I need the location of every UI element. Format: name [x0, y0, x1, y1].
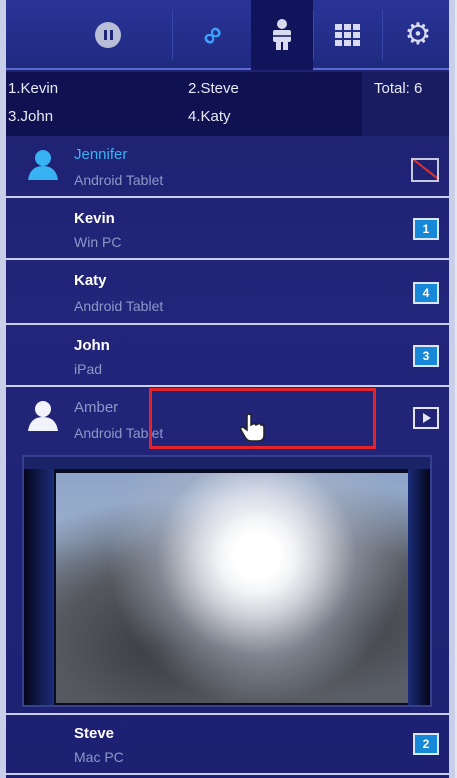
preview-status-bar [24, 457, 430, 469]
toolbar-divider [382, 10, 383, 60]
users-icon [273, 19, 291, 50]
hand-pointer-icon [240, 413, 265, 442]
user-avatar-icon [28, 401, 58, 431]
user-avatar-icon [28, 150, 58, 180]
screen-slot-icon[interactable]: 2 [413, 733, 439, 755]
link-icon: ∞ [193, 16, 230, 53]
user-name: Kevin [74, 210, 115, 227]
user-name: Steve [74, 725, 115, 742]
preview-edge [408, 469, 430, 705]
summary-slot-3: 3.John [8, 108, 54, 125]
user-row-jennifer[interactable]: Jennifer Android Tablet [6, 138, 449, 198]
pause-button[interactable] [80, 0, 136, 70]
user-name: Katy [74, 272, 107, 289]
user-row-steve[interactable]: Steve Mac PC 2 [6, 713, 449, 775]
user-device: Win PC [74, 234, 122, 250]
screen-off-icon[interactable] [411, 158, 439, 182]
user-device: iPad [74, 361, 103, 377]
sky-photo-image [56, 473, 408, 703]
screen-slot-icon[interactable]: 3 [413, 345, 439, 367]
user-row-kevin[interactable]: Kevin Win PC 1 [6, 200, 449, 260]
right-border [449, 0, 455, 778]
settings-button[interactable]: ⚙ [390, 0, 446, 70]
user-name: Amber [74, 399, 119, 416]
pause-icon [95, 22, 121, 48]
grid-icon [334, 24, 360, 46]
top-toolbar: ∞ ⚙ [6, 0, 449, 70]
toolbar-divider [172, 10, 173, 60]
summary-total: Total: 6 [374, 80, 423, 97]
user-row-john[interactable]: John iPad 3 [6, 327, 449, 387]
screen-preview[interactable] [22, 455, 432, 707]
preview-edge [24, 469, 54, 705]
app-window: ∞ ⚙ 1.Kevin 2.Steve Total: 6 3.John 4.Ka… [0, 0, 455, 778]
screen-slot-icon[interactable]: 4 [413, 282, 439, 304]
presenter-summary: 1.Kevin 2.Steve Total: 6 3.John 4.Katy [6, 72, 449, 136]
link-button[interactable]: ∞ [182, 0, 242, 70]
user-name: John [74, 337, 110, 354]
summary-slot-4: 4.Katy [188, 108, 231, 125]
user-device: Android Tablet [74, 298, 164, 314]
play-icon[interactable] [413, 407, 439, 429]
users-tab-button[interactable] [251, 0, 313, 70]
user-device: Mac PC [74, 749, 124, 765]
summary-slot-1: 1.Kevin [8, 80, 59, 97]
screen-slot-icon[interactable]: 1 [413, 218, 439, 240]
toolbar-divider [313, 10, 314, 60]
user-name: Jennifer [74, 146, 128, 163]
summary-slot-2: 2.Steve [188, 80, 239, 97]
grid-button[interactable] [318, 0, 376, 70]
user-device: Android Tablet [74, 172, 164, 188]
gear-icon: ⚙ [404, 18, 432, 51]
user-row-katy[interactable]: Katy Android Tablet 4 [6, 262, 449, 325]
